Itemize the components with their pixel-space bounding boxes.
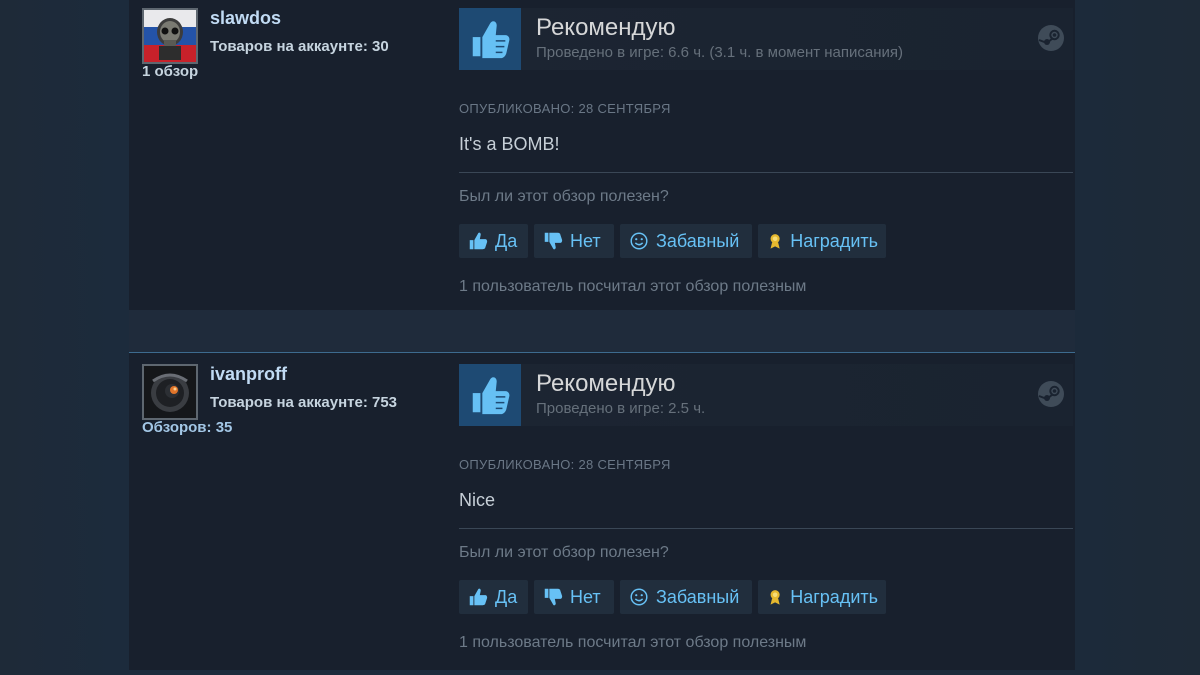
- vote-yes-button[interactable]: Да: [459, 224, 528, 258]
- award-label: Наградить: [790, 230, 878, 251]
- skull-flag-avatar-icon: [144, 10, 196, 62]
- smiley-icon: [630, 588, 648, 606]
- vote-title: Рекомендую: [536, 370, 676, 397]
- award-button[interactable]: Наградить: [758, 224, 886, 258]
- author-avatar[interactable]: [142, 8, 198, 64]
- steam-icon: [1038, 381, 1064, 407]
- reviews-list: slawdos Товаров на аккаунте: 30 1 обзор …: [129, 0, 1075, 675]
- vote-title: Рекомендую: [536, 14, 676, 41]
- reviews-page: slawdos Товаров на аккаунте: 30 1 обзор …: [0, 0, 1200, 675]
- review-text: It's a BOMB!: [459, 134, 560, 154]
- vote-funny-label: Забавный: [656, 230, 740, 251]
- steam-icon: [1038, 25, 1064, 51]
- thumbs-up-icon: [459, 8, 521, 70]
- author-name[interactable]: ivanproff: [210, 364, 287, 385]
- posted-date: ОПУБЛИКОВАНО: 28 СЕНТЯБРЯ: [459, 101, 671, 116]
- vote-buttons: Да Нет Забавный Наградить: [459, 580, 886, 614]
- author-products-count[interactable]: Товаров на аккаунте: 753: [210, 394, 397, 411]
- divider: [459, 528, 1073, 529]
- vote-no-button[interactable]: Нет: [534, 580, 614, 614]
- award-ribbon-icon: [770, 234, 780, 249]
- hours-played: Проведено в игре: 6.6 ч. (3.1 ч. в момен…: [536, 44, 904, 61]
- thumbs-down-icon: [544, 232, 563, 250]
- author-reviews-count[interactable]: 1 обзор: [142, 63, 198, 80]
- thumbs-down-icon: [544, 588, 563, 606]
- review-separator: [129, 310, 1075, 352]
- thumbs-up-icon: [469, 588, 488, 606]
- award-button[interactable]: Наградить: [758, 580, 886, 614]
- author-name[interactable]: slawdos: [210, 8, 281, 29]
- review-card: slawdos Товаров на аккаунте: 30 1 обзор …: [129, 0, 1075, 310]
- robot-eye-avatar-icon: [144, 366, 196, 418]
- author-avatar[interactable]: [142, 364, 198, 420]
- vote-funny-button[interactable]: Забавный: [620, 224, 752, 258]
- helpful-count: 1 пользователь посчитал этот обзор полез…: [459, 634, 807, 651]
- thumbs-up-icon: [469, 232, 488, 250]
- vote-no-label: Нет: [570, 586, 601, 607]
- vote-funny-button[interactable]: Забавный: [620, 580, 752, 614]
- vote-yes-label: Да: [495, 230, 518, 251]
- author-products-count[interactable]: Товаров на аккаунте: 30: [210, 38, 389, 55]
- vote-yes-label: Да: [495, 586, 518, 607]
- vote-buttons: Да Нет Забавный Наградить: [459, 224, 886, 258]
- vote-no-label: Нет: [570, 230, 601, 251]
- divider: [459, 172, 1073, 173]
- vote-no-button[interactable]: Нет: [534, 224, 614, 258]
- hours-played: Проведено в игре: 2.5 ч.: [536, 400, 706, 417]
- author-reviews-count[interactable]: Обзоров: 35: [142, 419, 232, 436]
- review-text: Nice: [459, 490, 496, 510]
- helpful-count: 1 пользователь посчитал этот обзор полез…: [459, 278, 807, 295]
- award-label: Наградить: [790, 586, 878, 607]
- smiley-icon: [630, 232, 648, 250]
- helpful-question: Был ли этот обзор полезен?: [459, 188, 669, 205]
- thumbs-up-icon: [459, 364, 521, 426]
- review-card: ivanproff Товаров на аккаунте: 753 Обзор…: [129, 352, 1075, 670]
- helpful-question: Был ли этот обзор полезен?: [459, 544, 669, 561]
- vote-yes-button[interactable]: Да: [459, 580, 528, 614]
- vote-funny-label: Забавный: [656, 586, 740, 607]
- vote-header[interactable]: Рекомендую Проведено в игре: 2.5 ч.: [459, 364, 1073, 426]
- award-ribbon-icon: [770, 590, 780, 605]
- vote-header[interactable]: Рекомендую Проведено в игре: 6.6 ч. (3.1…: [459, 8, 1073, 70]
- posted-date: ОПУБЛИКОВАНО: 28 СЕНТЯБРЯ: [459, 457, 671, 472]
